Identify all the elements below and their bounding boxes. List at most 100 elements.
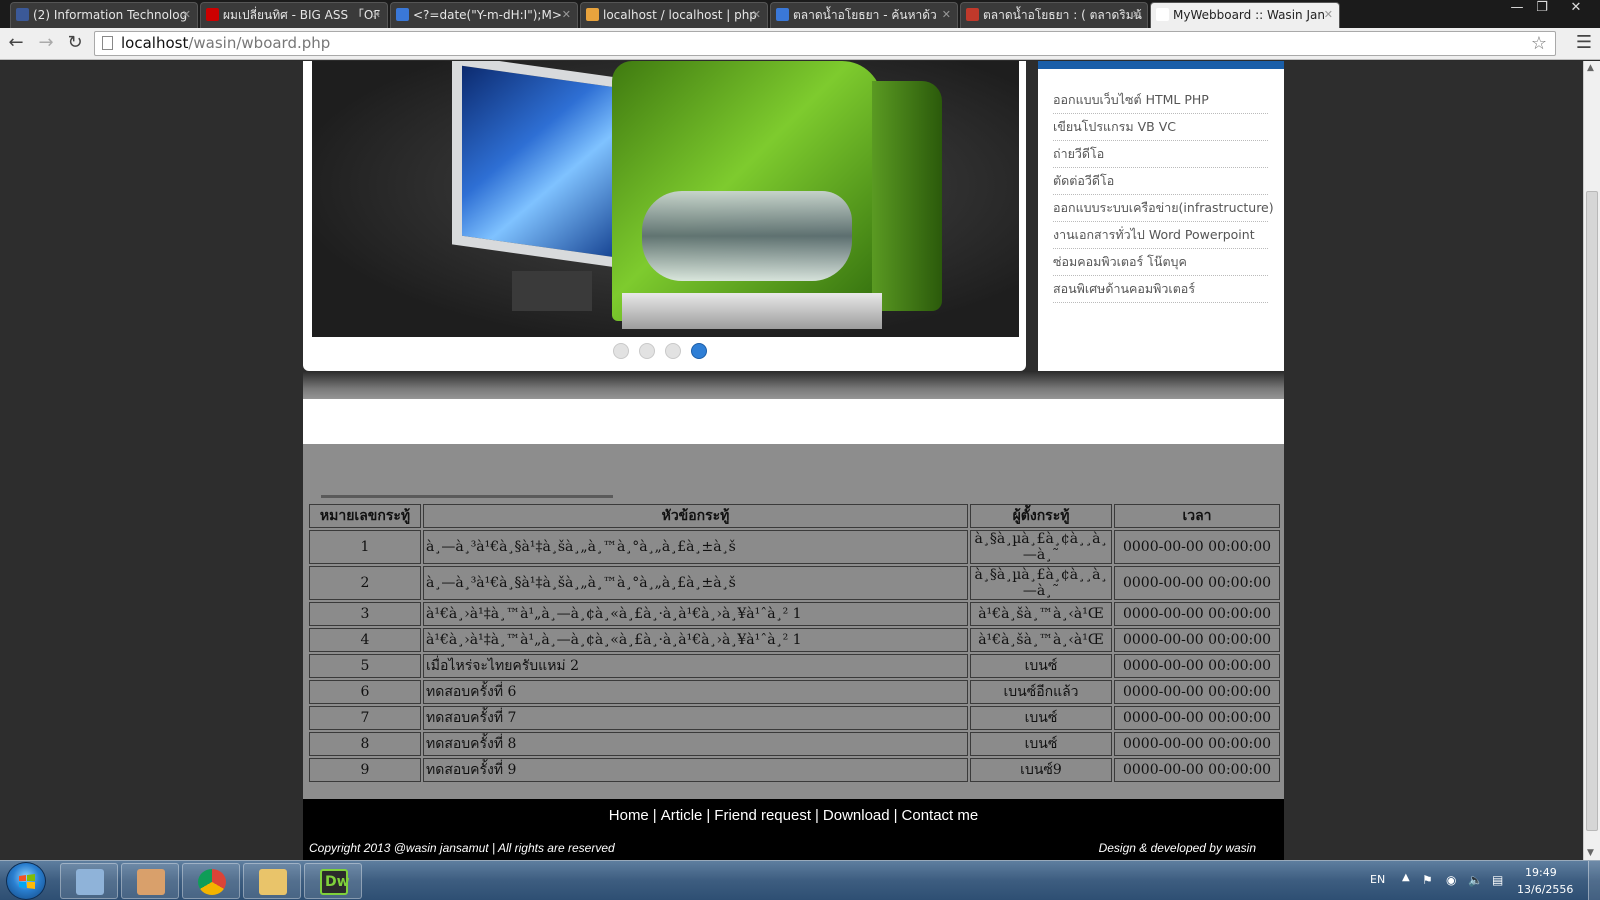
clock-date[interactable]: 13/6/2556 bbox=[1517, 883, 1573, 896]
service-link[interactable]: ตัดต่อวีดีโอ bbox=[1053, 173, 1114, 188]
volume-icon[interactable]: 🔈 bbox=[1468, 873, 1483, 887]
start-button[interactable] bbox=[6, 862, 46, 900]
taskbar-app-button[interactable] bbox=[121, 863, 179, 899]
close-tab-icon[interactable]: ✕ bbox=[1132, 3, 1141, 27]
topic-link[interactable]: à¹€à¸›à¹‡à¸™à¹„à¸—à¸¢à¸«à¸£à¸·à¸­à¹€à¸›à… bbox=[426, 632, 802, 648]
calculator-icon bbox=[76, 869, 104, 895]
service-item: ออกแบบเว็บไซต์ HTML PHP bbox=[1053, 87, 1268, 114]
header-topic-id: หมายเลขกระทู้ bbox=[309, 504, 421, 528]
service-link[interactable]: ออกแบบเว็บไซต์ HTML PHP bbox=[1053, 92, 1209, 107]
browser-tab[interactable]: localhost / localhost | php ✕ bbox=[580, 2, 768, 28]
tab-title: ตลาดน้ำอโยธยา - ค้นหาด้ว bbox=[793, 8, 937, 22]
sound-device-icon[interactable]: ◉ bbox=[1446, 873, 1460, 887]
topic-link[interactable]: à¸—à¸³à¹€à¸§à¹‡à¸šà¸„à¸™à¸°à¸„à¸£à¸±à¸š bbox=[426, 575, 736, 591]
topic-id-cell: 3 bbox=[309, 602, 421, 626]
service-link[interactable]: งานเอกสารทั่วไป Word Powerpoint bbox=[1053, 227, 1255, 242]
tab-title: MyWebboard :: Wasin Jan bbox=[1173, 8, 1325, 22]
topic-link[interactable]: ทดสอบครั้งที่ 9 bbox=[426, 762, 516, 778]
service-link[interactable]: สอนพิเศษด้านคอมพิวเตอร์ bbox=[1053, 281, 1195, 296]
topic-link[interactable]: à¹€à¸›à¹‡à¸™à¹„à¸—à¸¢à¸«à¸£à¸·à¸­à¹€à¸›à… bbox=[426, 606, 802, 622]
clock-time[interactable]: 19:49 bbox=[1525, 866, 1557, 879]
webboard-content: หมายเลขกระทู้ หัวข้อกระทู้ ผู้ตั้งกระทู้… bbox=[303, 444, 1284, 860]
taskbar-app-button[interactable] bbox=[182, 863, 240, 899]
youtube-icon bbox=[206, 8, 219, 21]
service-link[interactable]: ซ่อมคอมพิวเตอร์ โน๊ตบุค bbox=[1053, 254, 1187, 269]
taskbar-app-button[interactable] bbox=[243, 863, 301, 899]
browser-tab[interactable]: <?=date("Y-m-dH:I");M> ✕ bbox=[390, 2, 578, 28]
topic-link[interactable]: à¸—à¸³à¹€à¸§à¹‡à¸šà¸„à¸™à¸°à¸„à¸£à¸±à¸š bbox=[426, 539, 736, 555]
footer-nav-link[interactable]: Friend request bbox=[714, 807, 811, 824]
address-bar[interactable]: localhost/wasin/wboard.php ☆ bbox=[94, 31, 1556, 56]
topic-link[interactable]: ทดสอบครั้งที่ 6 bbox=[426, 684, 516, 700]
footer-nav-link[interactable]: Home bbox=[609, 807, 649, 824]
table-row: 2 à¸—à¸³à¹€à¸§à¹‡à¸šà¸„à¸™à¸°à¸„à¸£à¸±à¸š… bbox=[309, 566, 1280, 600]
topic-id-cell: 5 bbox=[309, 654, 421, 678]
browser-tab[interactable]: ผมเปลี่ยนทิศ - BIG ASS 「OF ✕ bbox=[200, 2, 388, 28]
slider-dot[interactable] bbox=[613, 343, 629, 359]
dreamweaver-label: Dw bbox=[325, 874, 350, 890]
slider-dot[interactable] bbox=[665, 343, 681, 359]
url-host: localhost bbox=[121, 34, 189, 52]
topic-author-cell: เบนซ์ bbox=[970, 654, 1112, 678]
network-icon[interactable]: ▤ bbox=[1492, 873, 1506, 887]
dreamweaver-icon: Dw bbox=[320, 869, 350, 895]
slider-dot[interactable] bbox=[639, 343, 655, 359]
browser-menu-icon[interactable]: ☰ bbox=[1574, 32, 1594, 56]
close-tab-icon[interactable]: ✕ bbox=[372, 3, 381, 27]
close-tab-icon[interactable]: ✕ bbox=[752, 3, 761, 27]
back-icon[interactable]: ← bbox=[4, 32, 28, 56]
service-link[interactable]: เขียนโปรแกรม VB VC bbox=[1053, 119, 1176, 134]
topic-link[interactable]: ทดสอบครั้งที่ 8 bbox=[426, 736, 516, 752]
topic-link[interactable]: เมื่อไหร่จะไทยครับแหม่ 2 bbox=[426, 658, 579, 674]
close-tab-icon[interactable]: ✕ bbox=[562, 3, 571, 27]
scroll-down-icon[interactable]: ▼ bbox=[1587, 848, 1594, 858]
header-author: ผู้ตั้งกระทู้ bbox=[970, 504, 1112, 528]
service-item: ซ่อมคอมพิวเตอร์ โน๊ตบุค bbox=[1053, 249, 1268, 276]
close-window-button[interactable]: ✕ bbox=[1564, 0, 1588, 18]
service-link[interactable]: ถ่ายวีดีโอ bbox=[1053, 146, 1104, 161]
service-link[interactable]: ออกแบบระบบเครือข่าย(infrastructure) bbox=[1053, 200, 1274, 215]
tab-title: ตลาดน้ำอโยธยา : ( ตลาดริมน้ bbox=[983, 8, 1142, 22]
browser-tab[interactable]: ตลาดน้ำอโยธยา : ( ตลาดริมน้ ✕ bbox=[960, 2, 1148, 28]
close-tab-icon[interactable]: ✕ bbox=[942, 3, 951, 27]
footer-nav-separator: | bbox=[815, 807, 819, 824]
taskbar-app-button[interactable]: Dw bbox=[304, 863, 362, 899]
image-slider bbox=[303, 61, 1026, 371]
page-viewport: ออกแบบเว็บไซต์ HTML PHP เขียนโปรแกรม VB V… bbox=[0, 61, 1583, 860]
browser-tab[interactable]: MyWebboard :: Wasin Jan ✕ bbox=[1150, 2, 1340, 28]
input-language[interactable]: EN bbox=[1370, 873, 1385, 886]
slider-dot[interactable] bbox=[691, 343, 707, 359]
windows-logo-icon bbox=[19, 874, 35, 889]
topic-time-cell: 0000-00-00 00:00:00 bbox=[1114, 680, 1280, 704]
scroll-up-icon[interactable]: ▲ bbox=[1587, 63, 1594, 73]
service-item: งานเอกสารทั่วไป Word Powerpoint bbox=[1053, 222, 1268, 249]
footer-nav-link[interactable]: Contact me bbox=[902, 807, 979, 824]
show-desktop-button[interactable] bbox=[1588, 861, 1600, 900]
topic-author-cell: เบนซ์9 bbox=[970, 758, 1112, 782]
bookmark-star-icon[interactable]: ☆ bbox=[1531, 32, 1547, 55]
restore-window-button[interactable]: ❐ bbox=[1530, 0, 1554, 18]
browser-tab[interactable]: (2) Information Technolog ✕ bbox=[10, 2, 198, 28]
scrollbar-thumb[interactable] bbox=[1586, 191, 1598, 831]
close-tab-icon[interactable]: ✕ bbox=[182, 3, 191, 27]
topic-title-cell: ทดสอบครั้งที่ 7 bbox=[423, 706, 968, 730]
minimize-window-button[interactable]: — bbox=[1505, 0, 1529, 18]
slide-image bbox=[312, 61, 1019, 337]
taskbar-app-button[interactable] bbox=[60, 863, 118, 899]
reload-icon[interactable]: ↻ bbox=[63, 32, 87, 56]
topic-time-cell: 0000-00-00 00:00:00 bbox=[1114, 628, 1280, 652]
topic-id-cell: 1 bbox=[309, 530, 421, 564]
show-hidden-icons-icon[interactable]: ▲ bbox=[1402, 872, 1410, 883]
browser-tab-strip: (2) Information Technolog ✕ ผมเปลี่ยนทิศ -… bbox=[0, 0, 1600, 28]
topic-link[interactable]: ทดสอบครั้งที่ 7 bbox=[426, 710, 516, 726]
monitor-stand-illustration bbox=[512, 271, 592, 311]
forward-icon[interactable]: → bbox=[34, 32, 58, 56]
footer-nav-link[interactable]: Download bbox=[823, 807, 890, 824]
services-sidebar: ออกแบบเว็บไซต์ HTML PHP เขียนโปรแกรม VB V… bbox=[1038, 61, 1284, 371]
browser-tab[interactable]: ตลาดน้ำอโยธยา - ค้นหาด้ว ✕ bbox=[770, 2, 958, 28]
close-tab-icon[interactable]: ✕ bbox=[1324, 3, 1333, 27]
action-center-flag-icon[interactable]: ⚑ bbox=[1422, 873, 1436, 887]
pc-grille-illustration bbox=[642, 191, 852, 281]
vertical-scrollbar[interactable]: ▲ ▼ bbox=[1583, 61, 1600, 860]
footer-nav-link[interactable]: Article bbox=[661, 807, 703, 824]
